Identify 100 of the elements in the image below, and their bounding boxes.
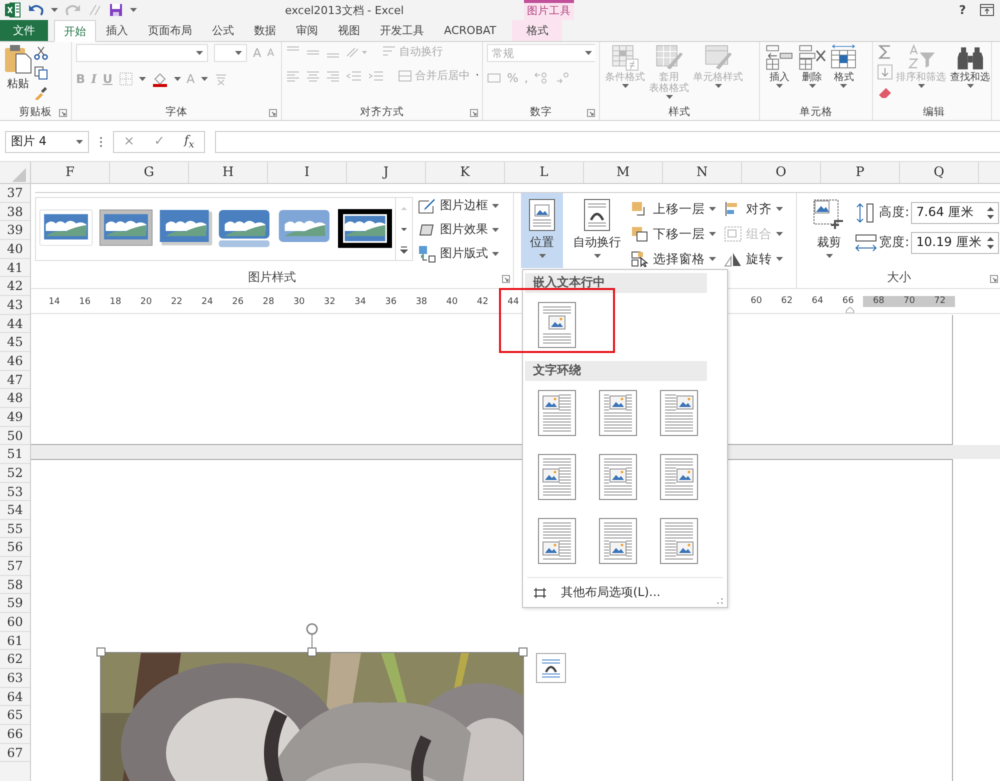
column-header[interactable]: Q bbox=[900, 162, 979, 183]
arrange-button[interactable]: 选择窗格 bbox=[631, 246, 716, 272]
row-header[interactable]: 63 bbox=[0, 669, 30, 688]
wrap-option[interactable] bbox=[659, 389, 699, 437]
dialog-launcher-icon[interactable] bbox=[990, 275, 998, 284]
wrap-option[interactable] bbox=[598, 453, 638, 501]
wrap-option[interactable] bbox=[537, 389, 577, 437]
format-painter-icon[interactable] bbox=[34, 86, 48, 100]
ribbon-tab[interactable]: 公式 bbox=[202, 20, 244, 41]
picture-style-thumbnail[interactable] bbox=[338, 209, 392, 248]
ribbon-tab[interactable]: 视图 bbox=[328, 20, 370, 41]
copy-icon[interactable] bbox=[34, 66, 48, 80]
ribbon-tab[interactable]: 数据 bbox=[244, 20, 286, 41]
selection-handles-drawing[interactable] bbox=[96, 623, 528, 658]
crop-button[interactable]: 裁剪 bbox=[805, 192, 853, 264]
row-header[interactable]: 66 bbox=[0, 725, 30, 744]
align-right-icon[interactable] bbox=[326, 70, 340, 82]
layout-options-button[interactable] bbox=[536, 653, 566, 683]
resize-grip-icon[interactable] bbox=[717, 598, 723, 604]
position-button[interactable]: 位置 bbox=[521, 192, 563, 268]
row-header[interactable]: 59 bbox=[0, 594, 30, 614]
font-size-field[interactable] bbox=[214, 44, 247, 62]
row-header[interactable]: 54 bbox=[0, 501, 30, 520]
fill-down-icon[interactable] bbox=[877, 64, 893, 80]
row-header[interactable]: 40 bbox=[0, 240, 30, 259]
row-header[interactable]: 47 bbox=[0, 370, 30, 390]
column-header[interactable]: K bbox=[426, 162, 505, 183]
cut-icon[interactable] bbox=[34, 46, 48, 60]
ribbon-tab[interactable]: 页面布局 bbox=[138, 20, 202, 41]
paste-button[interactable]: 粘贴 bbox=[4, 44, 32, 91]
arrange-button[interactable]: 下移一层 bbox=[631, 222, 716, 247]
row-header[interactable]: 61 bbox=[0, 632, 30, 650]
row-header[interactable]: 60 bbox=[0, 613, 30, 632]
dialog-launcher-icon[interactable] bbox=[470, 109, 478, 117]
ribbon-button[interactable]: 删除 bbox=[796, 44, 828, 88]
row-header[interactable]: 53 bbox=[0, 482, 30, 502]
excel-logo-icon[interactable] bbox=[5, 2, 21, 18]
column-header[interactable]: H bbox=[189, 162, 268, 183]
autosum-icon[interactable] bbox=[877, 44, 893, 60]
row-header[interactable]: 42 bbox=[0, 277, 30, 296]
column-header[interactable]: N bbox=[663, 162, 742, 183]
font-name-field[interactable] bbox=[76, 44, 208, 62]
ribbon-tab[interactable]: 格式 bbox=[512, 20, 562, 41]
height-field[interactable]: 7.64 厘米 bbox=[911, 202, 1000, 224]
row-header[interactable]: 67 bbox=[0, 744, 30, 762]
fill-color-icon[interactable] bbox=[152, 71, 168, 87]
decrease-indent-icon[interactable] bbox=[346, 70, 362, 82]
wrap-option[interactable] bbox=[537, 453, 577, 501]
text-orientation-icon[interactable] bbox=[346, 46, 368, 58]
row-header[interactable]: 65 bbox=[0, 706, 30, 726]
picture-style-thumbnail[interactable] bbox=[158, 209, 213, 248]
row-header[interactable]: 55 bbox=[0, 520, 30, 538]
dialog-launcher-icon[interactable] bbox=[59, 109, 67, 117]
column-header[interactable]: M bbox=[584, 162, 663, 183]
more-layout-options[interactable]: 其他布局选项(L)... bbox=[525, 578, 725, 607]
insert-function-button[interactable]: f$_{x}$ bbox=[184, 132, 194, 150]
ribbon-tab[interactable]: ACROBAT bbox=[434, 20, 506, 41]
row-header[interactable]: 38 bbox=[0, 202, 30, 222]
row-header[interactable]: 45 bbox=[0, 333, 30, 352]
wrap-option[interactable] bbox=[598, 517, 638, 565]
row-header[interactable]: 64 bbox=[0, 688, 30, 706]
redo-icon[interactable] bbox=[65, 3, 81, 17]
row-header[interactable]: 52 bbox=[0, 464, 30, 482]
row-header[interactable]: 57 bbox=[0, 557, 30, 576]
arrange-button[interactable]: 上移一层 bbox=[631, 196, 716, 222]
row-header[interactable]: 49 bbox=[0, 408, 30, 427]
dialog-launcher-icon[interactable] bbox=[502, 275, 510, 284]
ribbon-button[interactable]: 格式 bbox=[829, 44, 858, 88]
save-icon[interactable] bbox=[109, 3, 123, 17]
row-header[interactable]: 37 bbox=[0, 184, 30, 203]
column-header[interactable]: P bbox=[821, 162, 900, 183]
column-header[interactable]: J bbox=[347, 162, 426, 183]
column-header[interactable]: O bbox=[742, 162, 821, 183]
row-header[interactable]: 48 bbox=[0, 389, 30, 408]
column-header[interactable]: G bbox=[110, 162, 189, 183]
row-header[interactable]: 41 bbox=[0, 258, 30, 278]
column-header[interactable]: F bbox=[31, 162, 110, 183]
spinner-icon[interactable] bbox=[987, 236, 994, 250]
more-icon[interactable] bbox=[99, 136, 103, 148]
arrange-button[interactable]: 对齐 bbox=[724, 196, 783, 222]
align-left-icon[interactable] bbox=[286, 70, 300, 82]
row-header[interactable]: 46 bbox=[0, 352, 30, 371]
wrap-option[interactable] bbox=[537, 301, 577, 349]
ribbon-tab[interactable]: 文件 bbox=[0, 20, 48, 41]
column-header[interactable]: I bbox=[268, 162, 347, 183]
picture-style-thumbnail[interactable] bbox=[98, 209, 153, 248]
ribbon-button[interactable]: 查找和选 bbox=[949, 44, 991, 88]
row-header[interactable]: 39 bbox=[0, 221, 30, 240]
help-button[interactable]: ? bbox=[959, 3, 966, 17]
picture-format-button[interactable]: 图片边框 bbox=[418, 196, 499, 215]
picture-format-button[interactable]: 图片版式 bbox=[418, 244, 499, 263]
wrap-option[interactable] bbox=[659, 517, 699, 565]
indent-marker-icon[interactable] bbox=[845, 307, 855, 313]
ribbon-tab[interactable]: 审阅 bbox=[286, 20, 328, 41]
currency-icon[interactable] bbox=[487, 72, 501, 84]
picture-style-thumbnail[interactable] bbox=[38, 209, 93, 248]
picture-style-thumbnail[interactable] bbox=[218, 209, 272, 248]
touch-mode-icon[interactable] bbox=[88, 3, 102, 17]
spinner-icon[interactable] bbox=[987, 206, 994, 220]
row-header[interactable]: 51 bbox=[0, 445, 30, 464]
